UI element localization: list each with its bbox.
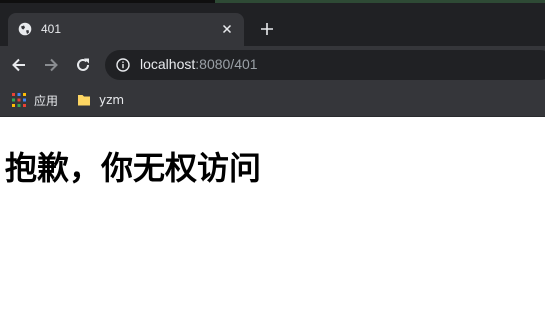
url-text[interactable]: localhost:8080/401 — [140, 56, 258, 72]
window-top-edge — [0, 0, 215, 3]
forward-arrow-icon[interactable] — [42, 56, 60, 74]
toolbar: localhost:8080/401 — [0, 46, 545, 84]
info-icon[interactable] — [116, 58, 130, 72]
reload-icon[interactable] — [74, 56, 92, 74]
address-bar[interactable]: localhost:8080/401 — [105, 50, 545, 80]
apps-grid-icon — [12, 93, 26, 107]
folder-icon — [78, 95, 90, 106]
globe-icon — [18, 22, 32, 36]
close-icon[interactable] — [219, 21, 235, 37]
tab-active[interactable]: 401 — [8, 13, 244, 46]
bookmarks-bar: 应用 yzm — [0, 84, 545, 117]
url-port-path: :8080/401 — [195, 56, 258, 72]
new-tab-button[interactable] — [259, 21, 275, 37]
bookmark-apps[interactable]: 应用 — [12, 84, 58, 116]
bookmark-yzm-label: yzm — [99, 93, 125, 107]
back-arrow-icon[interactable] — [10, 56, 28, 74]
browser-chrome: 401 localhost:8080/401 应用 yzm — [0, 0, 545, 117]
tab-title: 401 — [41, 22, 62, 36]
bookmark-apps-label: 应用 — [34, 93, 59, 108]
window-top-edge-right — [215, 0, 545, 3]
tab-strip: 401 — [0, 0, 545, 46]
page-heading: 抱歉，你无权访问 — [5, 149, 262, 187]
bookmark-yzm[interactable]: yzm — [77, 84, 124, 116]
url-host: localhost — [140, 56, 196, 72]
